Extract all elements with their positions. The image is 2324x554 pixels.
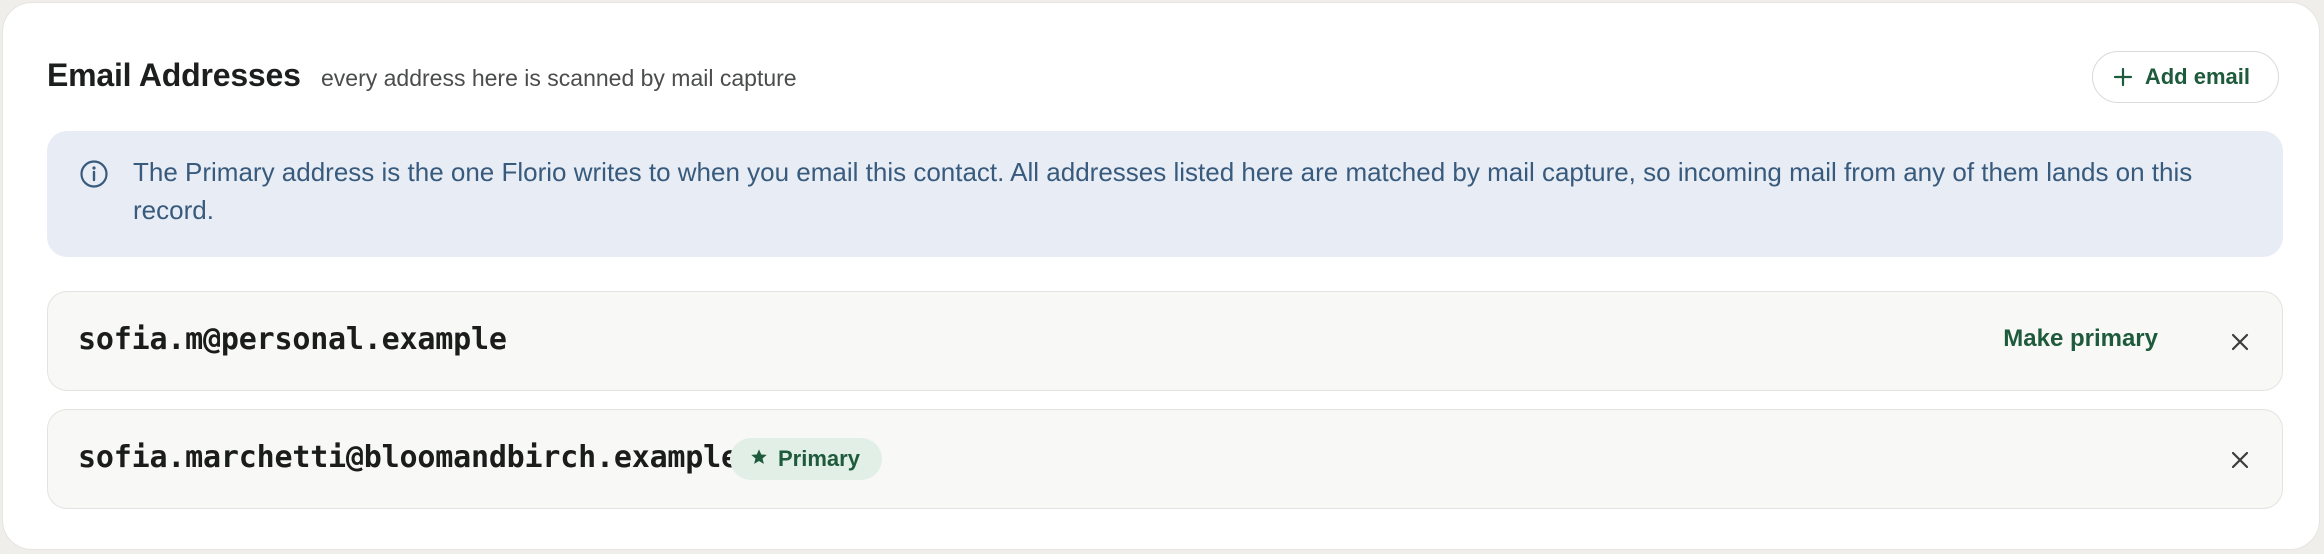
- primary-badge-label: Primary: [778, 446, 860, 471]
- add-email-label: Add email: [2144, 64, 2250, 89]
- close-icon[interactable]: [2228, 330, 2252, 354]
- info-banner: The Primary address is the one Florio wr…: [47, 131, 2283, 257]
- info-icon: [79, 159, 109, 189]
- email-address: sofia.m@personal.example: [78, 322, 507, 357]
- section-title: Email Addresses: [47, 57, 301, 93]
- email-row-primary: sofia.marchetti@bloomandbirch.example Pr…: [47, 409, 2283, 509]
- primary-badge: Primary: [730, 438, 882, 480]
- email-row: sofia.m@personal.example Make primary: [47, 291, 2283, 391]
- plus-icon: [2113, 67, 2133, 87]
- email-addresses-card: Email Addresses every address here is sc…: [2, 2, 2320, 550]
- make-primary-button[interactable]: Make primary: [2003, 325, 2158, 353]
- star-icon: [750, 446, 768, 472]
- info-text: The Primary address is the one Florio wr…: [133, 157, 2193, 225]
- email-address: sofia.marchetti@bloomandbirch.example: [78, 440, 739, 475]
- add-email-button[interactable]: Add email: [2091, 51, 2279, 103]
- section-subtitle: every address here is scanned by mail ca…: [321, 65, 797, 91]
- close-icon[interactable]: [2228, 448, 2252, 472]
- card-header: Email Addresses every address here is sc…: [47, 47, 2281, 107]
